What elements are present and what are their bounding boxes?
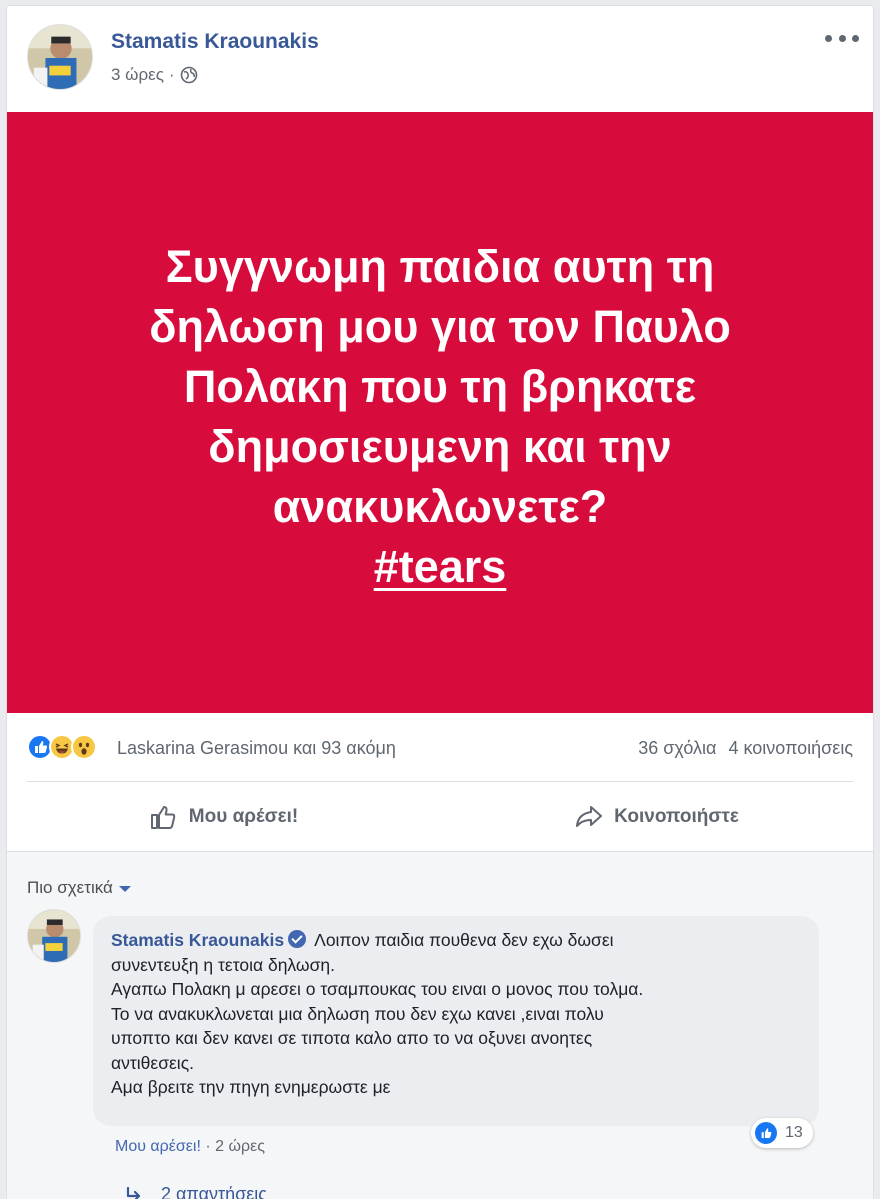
caret-down-icon	[118, 886, 131, 892]
banner-line: Συγγνωμη παιδια αυτη τη	[165, 240, 715, 292]
more-options-button[interactable]	[825, 26, 859, 50]
comment-text-line: Λοιπον παιδια πουθενα δεν εχω δωσει	[314, 930, 614, 950]
post-author-name[interactable]: Stamatis Kraounakis	[111, 30, 319, 54]
share-label: Κοινοποιήστε	[614, 806, 739, 827]
banner-text: Συγγνωμη παιδια αυτη τη δηλωση μου για τ…	[90, 237, 790, 597]
comment-text-line: υποπτο και δεν κανει σε τιποτα καλο απο …	[111, 1028, 593, 1048]
author-avatar[interactable]	[27, 24, 93, 90]
commenter-avatar[interactable]	[27, 909, 81, 963]
shares-count[interactable]: 4 κοινοποιήσεις	[728, 738, 853, 759]
comment-author[interactable]: Stamatis Kraounakis	[111, 930, 284, 950]
wow-reaction-icon	[71, 734, 97, 760]
hashtag-link[interactable]: #tears	[374, 537, 507, 597]
comments-count[interactable]: 36 σχόλια	[638, 738, 716, 759]
post-meta: 3 ώρες ·	[111, 65, 198, 85]
comment-text-line: συνεντευξη η τετοια δηλωση.	[111, 954, 335, 975]
share-arrow-icon	[576, 806, 603, 827]
divider	[27, 781, 853, 782]
replies-label: 2 απαντήσεις	[161, 1184, 267, 1199]
comment-text-line: Αγαπω Πολακη μ αρεσει ο τσαμπουκας του ε…	[111, 979, 644, 999]
comment-separator: ·	[205, 1138, 211, 1155]
meta-separator: ·	[168, 65, 175, 84]
view-replies-link[interactable]: 2 απαντήσεις	[125, 1184, 267, 1199]
comment-sort-dropdown[interactable]: Πιο σχετικά	[27, 878, 131, 898]
thumbs-up-icon	[150, 806, 176, 829]
reply-arrow-icon	[126, 1186, 141, 1199]
more-dot	[852, 34, 859, 42]
more-dot	[825, 34, 832, 42]
banner-line: δημοσιευμενη και την	[208, 420, 672, 472]
comment-bubble: Stamatis Kraounakis Λοιπον παιδια πουθενα…	[93, 916, 819, 1126]
banner-line: δηλωση μου για τον Παυλο	[149, 300, 731, 352]
reactions-bar: Laskarina Gerasimou και 93 ακόμη 36 σχόλ…	[7, 724, 873, 774]
banner-line: Πολακη που τη βρηκατε	[183, 360, 697, 412]
post-time[interactable]: 3 ώρες	[111, 65, 164, 85]
like-button[interactable]: Μου αρέσει!	[7, 789, 440, 845]
comment-like-count-badge[interactable]: 13	[751, 1118, 813, 1148]
like-reaction-icon	[755, 1122, 777, 1144]
more-dot	[838, 34, 846, 42]
share-button[interactable]: Κοινοποιήστε	[440, 789, 873, 845]
like-label: Μου αρέσει!	[188, 806, 299, 827]
reactors-summary[interactable]: Laskarina Gerasimou και 93 ακόμη	[117, 738, 396, 759]
comment-text-line: Αμα βρειτε την πηγη ενημερωστε με	[111, 1077, 391, 1097]
comment-text-line: Το να ανακυκλωνεται μια δηλωση που δεν ε…	[111, 1003, 604, 1024]
comment-actions: Μου αρέσει! · 2 ώρες	[115, 1138, 265, 1156]
post-card: Stamatis Kraounakis 3 ώρες · Συγγνωμη πα…	[6, 5, 874, 1199]
reaction-icons[interactable]	[27, 734, 97, 762]
post-header: Stamatis Kraounakis 3 ώρες ·	[7, 6, 873, 111]
verified-badge-icon	[288, 930, 307, 948]
sort-label: Πιο σχετικά	[27, 878, 113, 897]
comment-like-link[interactable]: Μου αρέσει!	[115, 1138, 201, 1155]
avatar-image	[28, 910, 80, 962]
post-text-banner: Συγγνωμη παιδια αυτη τη δηλωση μου για τ…	[7, 112, 873, 713]
avatar-image	[28, 25, 92, 89]
comment-time[interactable]: 2 ώρες	[215, 1138, 265, 1155]
engagement-counts: 36 σχόλια 4 κοινοποιήσεις	[638, 738, 853, 759]
post-actions: Μου αρέσει! Κοινοποιήστε	[7, 789, 873, 845]
comment-text-line: αντιθεσεις.	[111, 1052, 194, 1073]
globe-icon[interactable]	[180, 66, 198, 84]
banner-line: ανακυκλωνετε?	[272, 480, 608, 532]
comment-like-count: 13	[785, 1124, 803, 1141]
